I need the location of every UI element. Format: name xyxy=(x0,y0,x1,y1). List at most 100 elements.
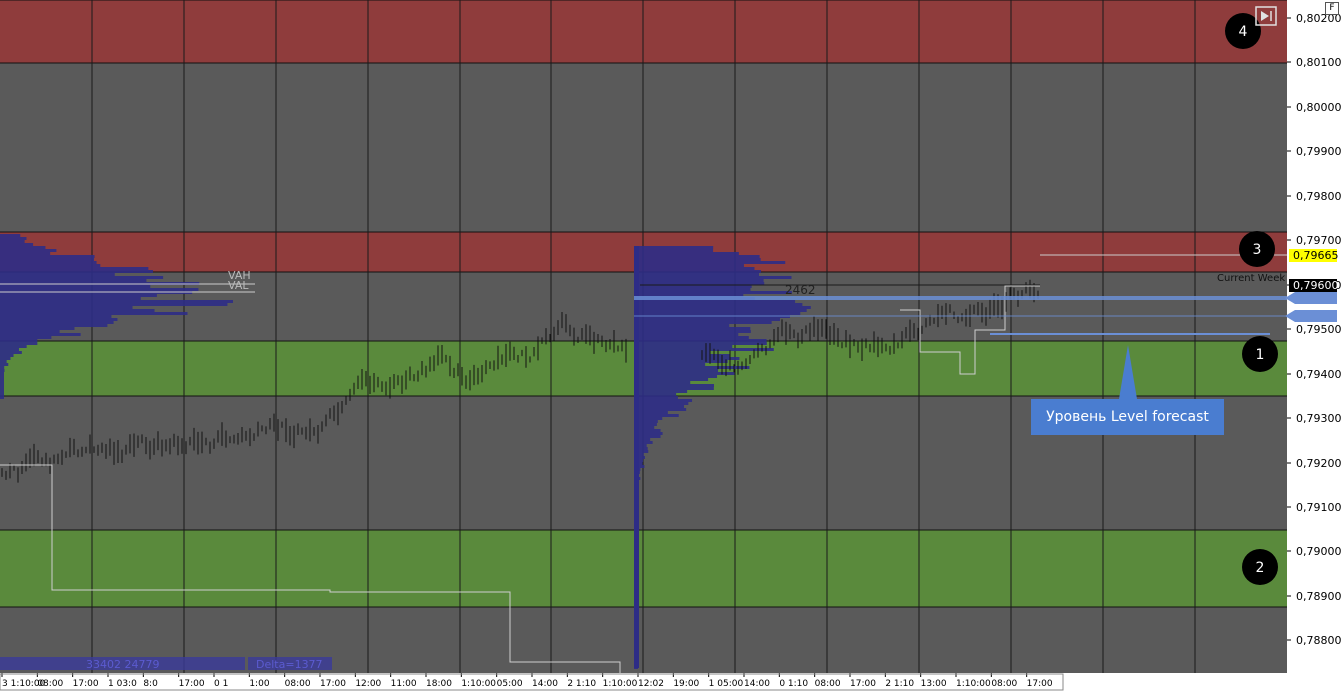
volume-bar xyxy=(634,603,638,606)
volume-bar xyxy=(634,531,638,534)
volume-bar xyxy=(0,273,115,276)
volume-bar xyxy=(634,480,639,483)
volume-bar xyxy=(634,621,638,624)
volume-bar xyxy=(634,489,638,492)
volume-bar xyxy=(634,624,638,627)
volume-bar xyxy=(634,639,638,642)
volume-bar xyxy=(634,462,643,465)
volume-bar xyxy=(634,366,750,369)
time-axis-label: 19:00 xyxy=(673,679,699,689)
volume-bar xyxy=(0,246,46,249)
volume-bar xyxy=(634,576,638,579)
volume-bar xyxy=(0,318,118,321)
price-axis-label: 0,79500 xyxy=(1296,323,1342,336)
volume-bar xyxy=(634,660,638,663)
volume-bar xyxy=(634,468,641,471)
volume-bar xyxy=(634,447,648,450)
price-axis-label: 0,79900 xyxy=(1296,145,1342,158)
volume-bar xyxy=(634,393,677,396)
volume-bar xyxy=(0,357,11,360)
volume-bar xyxy=(634,618,638,621)
chart-root[interactable]: 0,80200 0,80100 0,80000 0,79900 0,79800 0,797… xyxy=(0,0,1343,691)
volume-bar xyxy=(634,663,638,666)
volume-bar xyxy=(0,249,57,252)
price-axis-label: 0,79700 xyxy=(1296,234,1342,247)
volume-bar xyxy=(634,528,638,531)
volume-bar xyxy=(634,453,644,456)
volume-bar xyxy=(634,627,638,630)
volume-bar xyxy=(0,381,4,384)
volume-bar xyxy=(634,654,638,657)
volume-bar xyxy=(0,309,155,312)
volume-bar xyxy=(0,315,112,318)
volume-bar xyxy=(634,543,638,546)
volume-bar xyxy=(634,513,638,516)
zone-badge-label-4: 4 xyxy=(1239,24,1248,40)
volume-bar xyxy=(634,312,801,315)
volume-bar xyxy=(0,324,108,327)
volume-bar xyxy=(634,318,781,321)
volume-bar xyxy=(0,264,101,267)
volume-bar xyxy=(0,294,157,297)
volume-bar xyxy=(634,300,796,303)
volume-bar xyxy=(634,399,693,402)
volume-bar xyxy=(634,267,755,270)
delta-right-label: Delta=1377 xyxy=(256,658,323,671)
time-axis-label: 0 1:10 xyxy=(779,679,808,689)
volume-bar xyxy=(634,441,653,444)
volume-bar xyxy=(634,534,638,537)
time-axis-label: 17:00 xyxy=(850,679,876,689)
volume-bar xyxy=(0,303,228,306)
volume-bar xyxy=(634,525,638,528)
volume-bar xyxy=(634,630,638,633)
volume-bar xyxy=(0,267,149,270)
volume-bar xyxy=(634,573,638,576)
volume-bar xyxy=(0,240,25,243)
volume-bar xyxy=(0,297,141,300)
volume-bar xyxy=(634,507,638,510)
time-axis-label: 17:00 xyxy=(320,679,346,689)
price-axis-label: 0,79400 xyxy=(1296,368,1342,381)
volume-bar xyxy=(0,372,4,375)
volume-bar xyxy=(634,666,638,669)
volume-bar xyxy=(634,501,638,504)
volume-bar xyxy=(634,354,730,357)
current-price-label: 0,79665 xyxy=(1293,249,1339,262)
f-button[interactable]: F xyxy=(1325,2,1339,15)
time-axis-label: 14:00 xyxy=(744,679,770,689)
volume-bar xyxy=(634,279,764,282)
volume-bar xyxy=(634,579,638,582)
volume-bar xyxy=(634,471,640,474)
volume-bar xyxy=(634,351,711,354)
volume-bar xyxy=(634,504,638,507)
delta-left-label: 33402 24779 xyxy=(86,658,159,671)
time-axis-label: 1 03:0 xyxy=(108,679,137,689)
volume-bar xyxy=(634,417,663,420)
time-axis-label: 1:10:00 xyxy=(461,679,496,689)
price-chart[interactable]: 0,802000,801000,800000,799000,798000,797… xyxy=(0,0,1343,691)
volume-bar xyxy=(634,582,638,585)
price-axis-label: 0,78900 xyxy=(1296,590,1342,603)
volume-bar xyxy=(0,342,38,345)
volume-bar xyxy=(634,336,749,339)
volume-bar xyxy=(0,252,51,255)
volume-bar xyxy=(634,420,658,423)
time-axis-label: 08:00 xyxy=(991,679,1017,689)
volume-bar xyxy=(634,435,661,438)
volume-bar xyxy=(634,333,739,336)
volume-bar xyxy=(634,486,638,489)
volume-bar xyxy=(0,375,4,378)
volume-bar xyxy=(0,330,60,333)
time-axis-label: 1:00 xyxy=(249,679,269,689)
volume-bar xyxy=(0,378,4,381)
volume-bar xyxy=(634,510,638,513)
volume-bar xyxy=(0,351,22,354)
volume-bar xyxy=(634,495,638,498)
volume-bar xyxy=(634,492,638,495)
time-axis-label: 1:10:00 xyxy=(603,679,638,689)
volume-bar xyxy=(0,393,4,396)
volume-bar xyxy=(0,258,95,261)
volume-bar xyxy=(634,330,751,333)
volume-bar xyxy=(634,273,759,276)
volume-bar xyxy=(0,366,5,369)
